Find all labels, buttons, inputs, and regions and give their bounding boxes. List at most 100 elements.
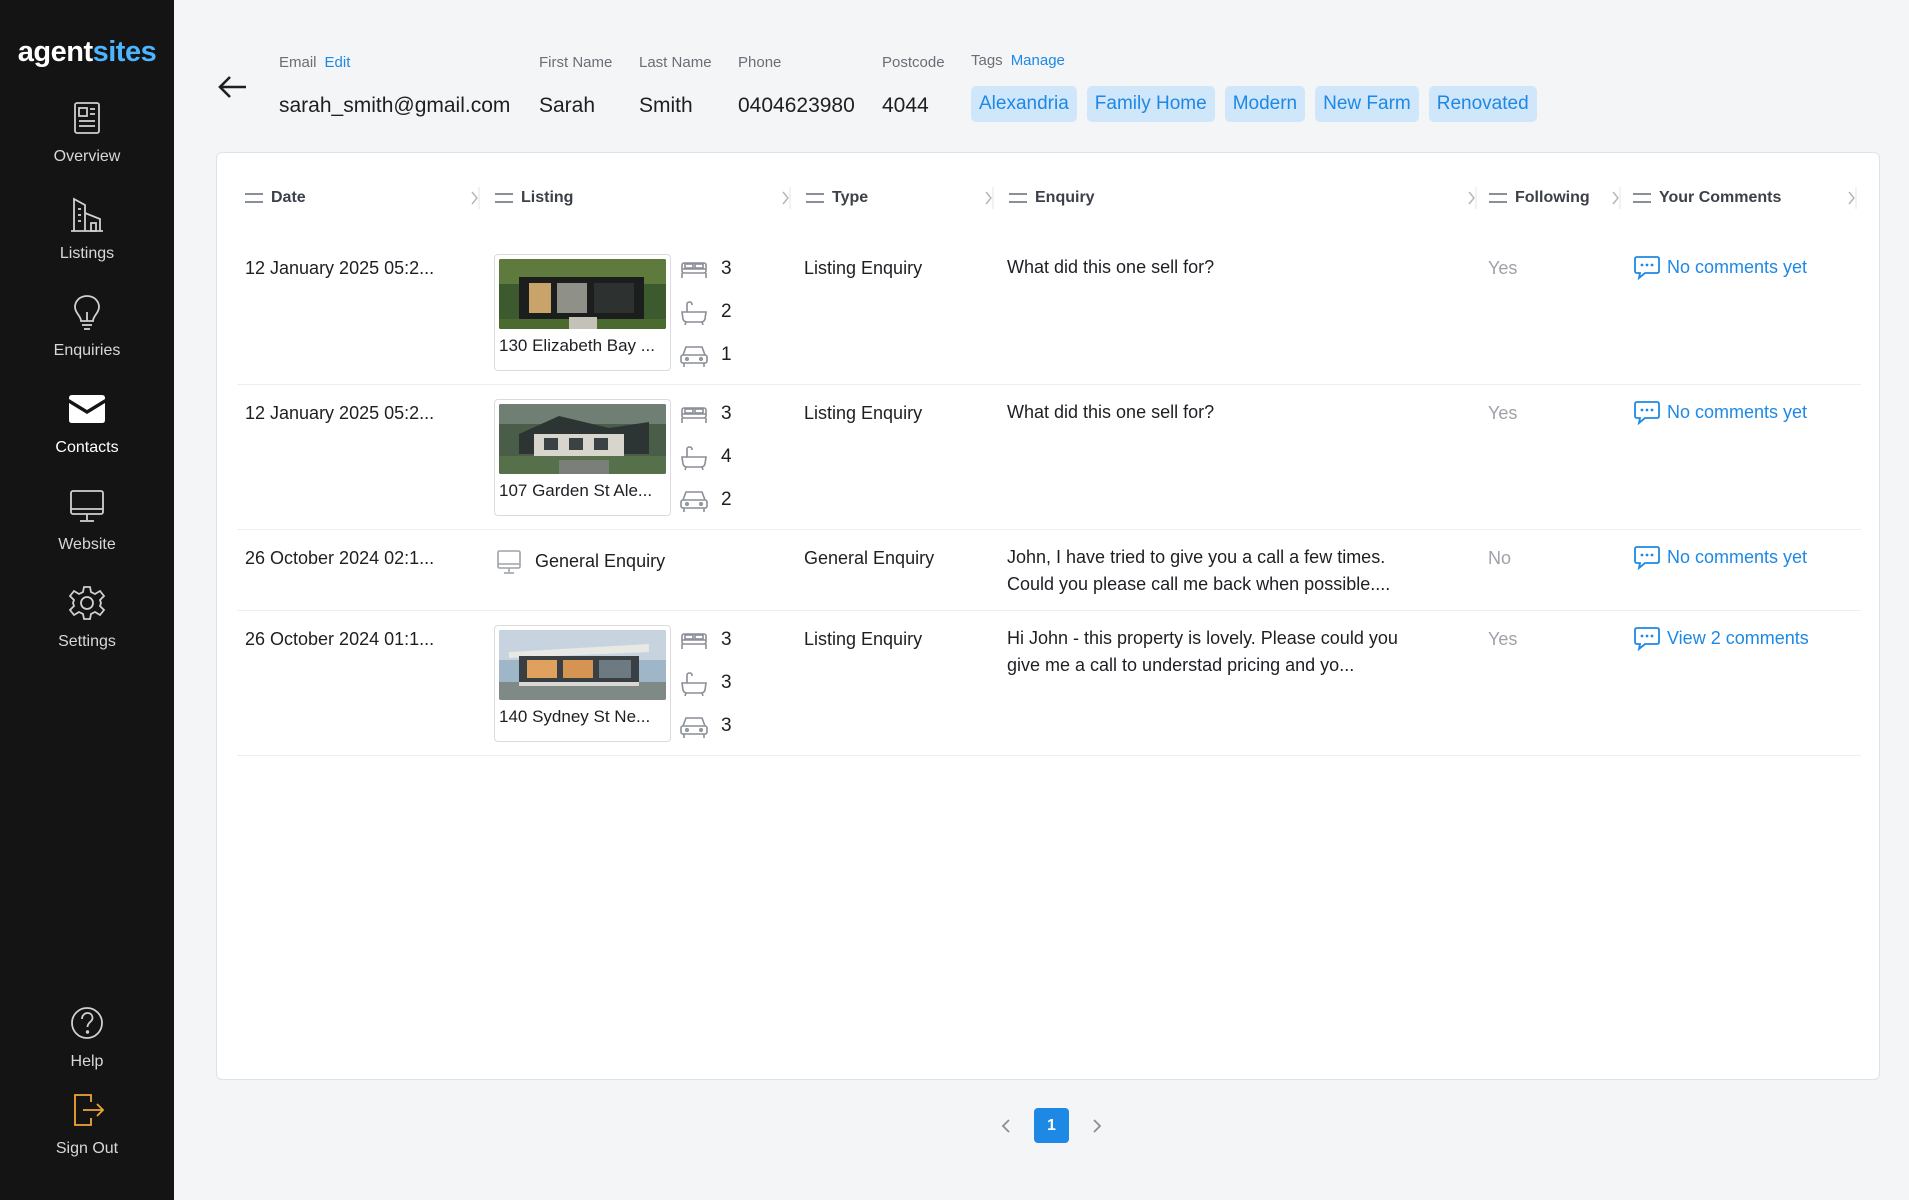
drag-handle-icon[interactable] (1633, 193, 1651, 203)
sidebar-item-label: Listings (59, 245, 115, 262)
comment-bubble-icon (1634, 256, 1660, 280)
listing-name: 140 Sydney St Ne... (499, 707, 651, 726)
drag-handle-icon[interactable] (495, 193, 513, 203)
brand-logo[interactable]: agentsites (0, 36, 174, 69)
envelope-icon (69, 395, 105, 423)
tag-chip[interactable]: Family Home (1086, 86, 1215, 122)
bath-icon (681, 446, 707, 470)
pagination: 1 (996, 1108, 1107, 1143)
comment-bubble-icon (1634, 627, 1660, 651)
tag-chip[interactable]: Modern (1224, 86, 1306, 122)
column-resize-handle[interactable] (470, 187, 480, 209)
row-divider (237, 384, 1861, 385)
bed-icon (681, 633, 707, 649)
column-header-date[interactable]: Date (245, 175, 306, 221)
last-name-value: Smith (639, 94, 693, 117)
tags-label: Tags (971, 52, 1003, 69)
bathrooms: 4 (679, 444, 732, 470)
sidebar-item-help[interactable]: Help (0, 1003, 174, 1089)
sidebar-item-label: Website (58, 536, 116, 553)
postcode-field: Postcode 4044 (882, 54, 945, 118)
bath-icon (681, 672, 707, 696)
listing-card[interactable]: 140 Sydney St Ne... (494, 625, 671, 742)
column-header-enquiry[interactable]: Enquiry (1009, 175, 1095, 221)
tag-chip[interactable]: Renovated (1428, 86, 1537, 122)
row-divider (237, 610, 1861, 611)
comment-bubble-icon (1634, 401, 1660, 425)
type-cell: Listing Enquiry (804, 258, 923, 278)
sidebar: agentsites Overview Listings Enquiries C… (0, 0, 174, 1200)
gear-icon (68, 586, 106, 620)
tag-chip[interactable]: Alexandria (971, 86, 1077, 122)
following-cell: Yes (1488, 403, 1518, 423)
sidebar-item-contacts[interactable]: Contacts (0, 389, 174, 475)
listing-card[interactable]: 130 Elizabeth Bay ... (494, 254, 671, 371)
column-header-your-comments[interactable]: Your Comments (1633, 175, 1781, 221)
help-icon (71, 1007, 103, 1039)
drag-handle-icon[interactable] (806, 193, 824, 203)
sidebar-item-sign-out[interactable]: Sign Out (0, 1090, 174, 1176)
column-resize-handle[interactable] (781, 187, 791, 209)
phone-label: Phone (738, 54, 782, 71)
column-header-type[interactable]: Type (806, 175, 868, 221)
chevron-right-icon[interactable] (1087, 1116, 1107, 1136)
comment-bubble-icon (1634, 546, 1660, 570)
listing-card[interactable]: 107 Garden St Ale... (494, 399, 671, 516)
column-resize-handle[interactable] (984, 187, 994, 209)
column-header-listing[interactable]: Listing (495, 175, 573, 221)
sidebar-item-label: Contacts (55, 439, 119, 456)
email-field: Email Edit sarah_smith@gmail.com (279, 54, 510, 118)
first-name-label: First Name (539, 54, 613, 71)
sidebar-item-label: Overview (53, 148, 121, 165)
following-cell: No (1488, 548, 1512, 568)
comments-link[interactable]: View 2 comments (1633, 625, 1809, 651)
last-name-field: Last Name Smith (639, 54, 712, 118)
column-resize-handle[interactable] (1467, 187, 1477, 209)
sidebar-item-label: Settings (58, 633, 116, 650)
bathrooms: 2 (679, 299, 732, 325)
drag-handle-icon[interactable] (1009, 193, 1027, 203)
enquiries-table: Date Listing Type Enquiry Following Your… (216, 152, 1880, 1080)
sign-out-icon (74, 1094, 105, 1126)
bedrooms: 3 (679, 256, 732, 282)
back-arrow-icon[interactable] (216, 70, 250, 104)
manage-tags-link[interactable]: Manage (1011, 52, 1065, 69)
page-button-current[interactable]: 1 (1034, 1108, 1069, 1143)
sidebar-item-settings[interactable]: Settings (0, 583, 174, 669)
drag-handle-icon[interactable] (1489, 193, 1507, 203)
comments-link[interactable]: No comments yet (1633, 399, 1807, 425)
type-cell: Listing Enquiry (804, 403, 923, 423)
drag-handle-icon[interactable] (245, 193, 263, 203)
enquiry-cell: What did this one sell for? (1007, 257, 1215, 277)
enquiry-cell: What did this one sell for? (1007, 402, 1215, 422)
sidebar-item-listings[interactable]: Listings (0, 195, 174, 281)
sidebar-item-label: Help (70, 1053, 104, 1070)
phone-field: Phone 0404623980 (738, 54, 855, 118)
date-cell: 12 January 2025 05:2... (245, 258, 435, 278)
email-value: sarah_smith@gmail.com (279, 94, 511, 117)
car-spaces: 2 (679, 487, 732, 513)
chevron-left-icon[interactable] (996, 1116, 1016, 1136)
tag-chip[interactable]: New Farm (1315, 86, 1419, 122)
listing-name: 130 Elizabeth Bay ... (499, 336, 655, 355)
enquiry-cell: Hi John - this property is lovely. Pleas… (1007, 628, 1398, 675)
listing-photo (499, 630, 666, 700)
column-resize-handle[interactable] (1611, 187, 1621, 209)
email-label: Email (279, 54, 317, 71)
edit-email-link[interactable]: Edit (325, 54, 351, 71)
row-divider (237, 755, 1861, 756)
last-name-label: Last Name (639, 54, 712, 71)
comments-link[interactable]: No comments yet (1633, 544, 1807, 570)
bed-icon (681, 262, 707, 278)
type-cell: General Enquiry (804, 548, 935, 568)
sidebar-item-label: Sign Out (55, 1140, 119, 1157)
tags-field: Tags Manage (971, 52, 1065, 72)
column-resize-handle[interactable] (1847, 187, 1857, 209)
comments-link[interactable]: No comments yet (1633, 254, 1807, 280)
column-header-following[interactable]: Following (1489, 175, 1590, 221)
sidebar-item-enquiries[interactable]: Enquiries (0, 292, 174, 378)
listing-photo (499, 404, 666, 474)
type-cell: Listing Enquiry (804, 629, 923, 649)
sidebar-item-overview[interactable]: Overview (0, 98, 174, 184)
sidebar-item-website[interactable]: Website (0, 486, 174, 572)
